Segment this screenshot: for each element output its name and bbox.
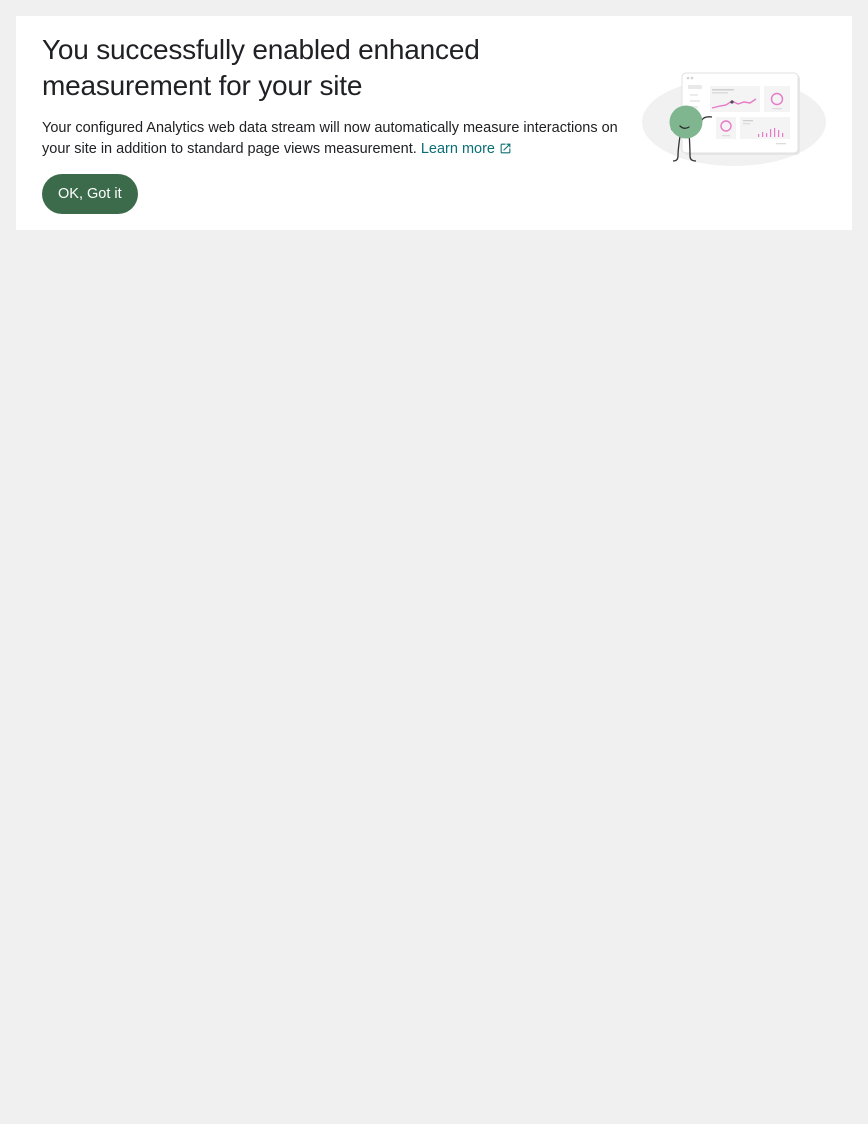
notice-description-text: Your configured Analytics web data strea… (42, 120, 618, 157)
enhanced-measurement-notice: You successfully enabled enhanced measur… (16, 16, 852, 230)
notice-text-block: You successfully enabled enhanced measur… (42, 32, 632, 160)
notice-title: You successfully enabled enhanced measur… (42, 34, 480, 101)
analytics-dashboard-illustration (642, 72, 826, 166)
notice-description: Your configured Analytics web data strea… (42, 118, 632, 160)
external-link-icon (500, 143, 511, 154)
ok-got-it-button[interactable]: OK, Got it (42, 174, 138, 214)
learn-more-label: Learn more (420, 141, 495, 157)
learn-more-link[interactable]: Learn more (421, 141, 512, 157)
